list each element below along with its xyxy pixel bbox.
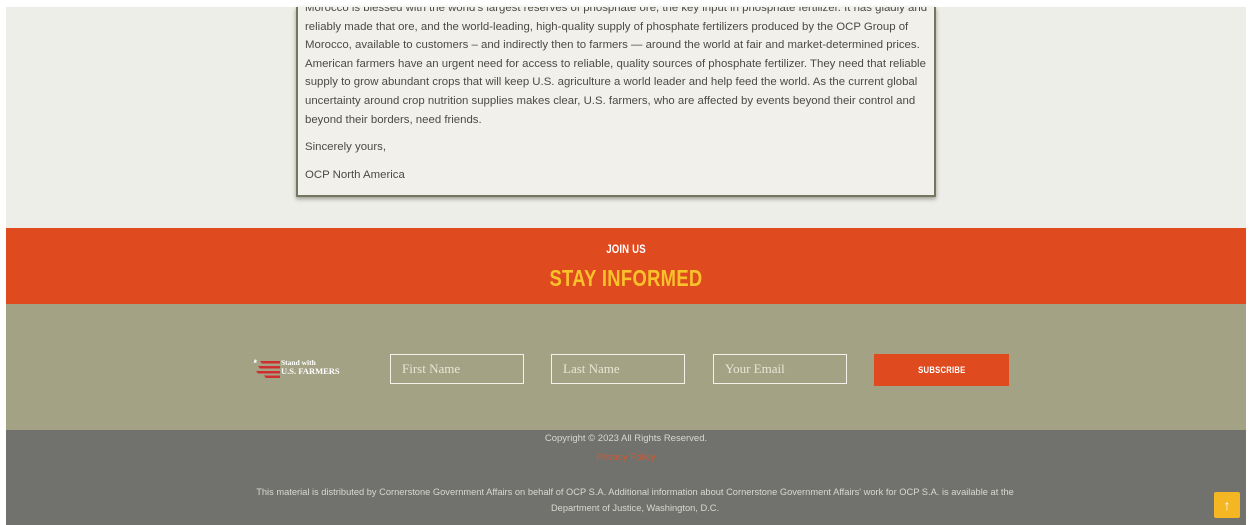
letter-card: Morocco is blessed with the world's larg… — [296, 7, 936, 197]
join-title: STAY INFORMED — [549, 265, 703, 291]
copyright-text: Copyright © 2023 All Rights Reserved. — [544, 433, 708, 444]
join-section: JOIN US STAY INFORMED — [6, 228, 1246, 304]
back-to-top-button[interactable]: ↑ — [1214, 492, 1240, 518]
join-kicker: JOIN US — [606, 242, 646, 256]
email-input[interactable] — [713, 354, 847, 384]
letter-closing: Sincerely yours, — [305, 141, 387, 154]
footer: Copyright © 2023 All Rights Reserved. Pr… — [6, 430, 1246, 525]
subscribe-section: Stand with U.S. FARMERS SUBSCRIBE — [6, 304, 1246, 430]
subscribe-button[interactable]: SUBSCRIBE — [874, 354, 1009, 386]
letter-paragraph: Morocco is blessed with the world's larg… — [305, 7, 928, 126]
first-name-input[interactable] — [390, 354, 524, 384]
arrow-up-icon: ↑ — [1223, 497, 1231, 513]
letter-signature: OCP North America — [305, 168, 405, 181]
letter-section: Morocco is blessed with the world's larg… — [6, 7, 1246, 228]
logo-line2: U.S. FARMERS — [281, 366, 340, 376]
privacy-policy-link[interactable]: Privacy Policy — [6, 452, 1246, 463]
subscribe-button-label: SUBSCRIBE — [917, 365, 966, 375]
logo-wordmark: Stand with U.S. FARMERS — [281, 359, 340, 376]
disclaimer-text: This material is distributed by Cornerst… — [256, 487, 1014, 513]
stand-with-farmers-logo: Stand with U.S. FARMERS — [252, 357, 348, 379]
top-band — [0, 0, 1252, 7]
page: Morocco is blessed with the world's larg… — [0, 0, 1252, 525]
last-name-input[interactable] — [551, 354, 685, 384]
letter-text: Morocco is blessed with the world's larg… — [305, 7, 929, 184]
us-flag-stripes-icon — [253, 358, 280, 378]
